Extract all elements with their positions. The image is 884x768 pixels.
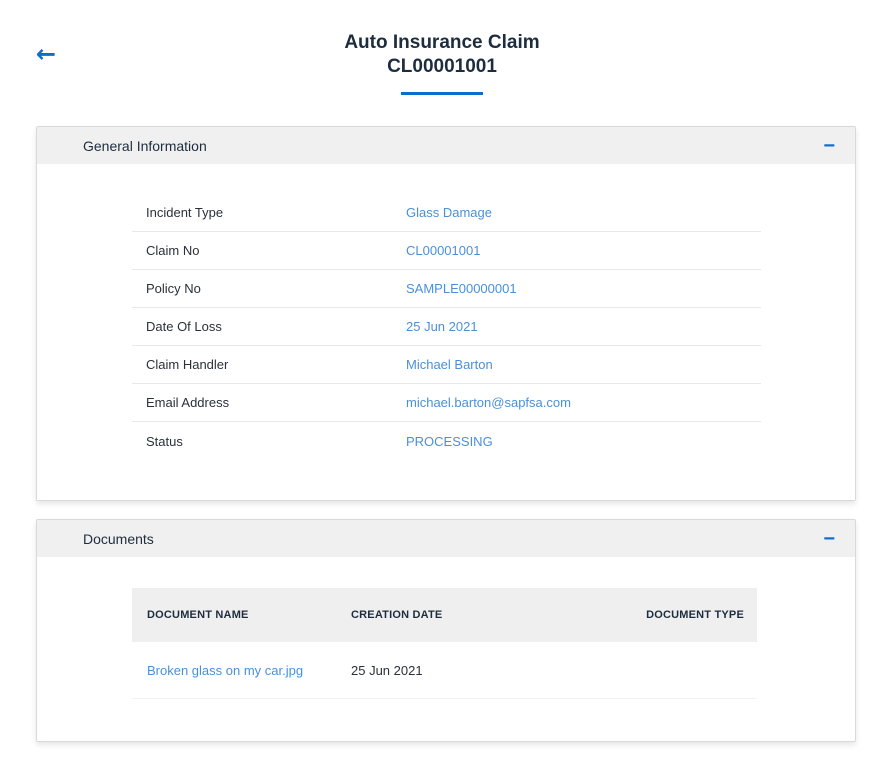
- document-creation-date: 25 Jun 2021: [351, 663, 594, 678]
- title-underline: [401, 92, 483, 95]
- column-header-document-type: DOCUMENT TYPE: [594, 609, 744, 621]
- minus-icon: −: [823, 528, 835, 550]
- field-value-claim-handler: Michael Barton: [406, 357, 747, 372]
- documents-table: DOCUMENT NAME CREATION DATE DOCUMENT TYP…: [37, 557, 855, 741]
- form-row-email-address: Email Address michael.barton@sapfsa.com: [132, 384, 761, 422]
- form-row-claim-handler: Claim Handler Michael Barton: [132, 346, 761, 384]
- table-row: Broken glass on my car.jpg 25 Jun 2021: [132, 642, 757, 699]
- back-arrow-icon: ←: [36, 40, 56, 68]
- documents-collapse-button[interactable]: −: [821, 529, 837, 549]
- field-value-claim-no: CL00001001: [406, 243, 747, 258]
- field-label-email-address: Email Address: [146, 395, 406, 410]
- form-row-status: Status PROCESSING: [132, 422, 761, 460]
- field-value-policy-no: SAMPLE00000001: [406, 281, 747, 296]
- form-row-date-of-loss: Date Of Loss 25 Jun 2021: [132, 308, 761, 346]
- field-label-date-of-loss: Date Of Loss: [146, 319, 406, 334]
- form-row-claim-no: Claim No CL00001001: [132, 232, 761, 270]
- general-information-panel-title: General Information: [83, 138, 207, 154]
- form-row-policy-no: Policy No SAMPLE00000001: [132, 270, 761, 308]
- documents-panel: Documents − DOCUMENT NAME CREATION DATE …: [36, 519, 856, 742]
- document-name-link[interactable]: Broken glass on my car.jpg: [147, 663, 351, 678]
- form-row-incident-type: Incident Type Glass Damage: [132, 194, 761, 232]
- documents-table-header: DOCUMENT NAME CREATION DATE DOCUMENT TYP…: [132, 588, 757, 642]
- field-label-claim-no: Claim No: [146, 243, 406, 258]
- general-information-collapse-button[interactable]: −: [821, 136, 837, 156]
- field-label-policy-no: Policy No: [146, 281, 406, 296]
- column-header-creation-date: CREATION DATE: [351, 609, 594, 621]
- page-title-line2: CL00001001: [0, 55, 884, 79]
- documents-panel-header: Documents −: [37, 520, 855, 557]
- page-title-line1: Auto Insurance Claim: [0, 31, 884, 55]
- column-header-document-name: DOCUMENT NAME: [147, 609, 351, 621]
- minus-icon: −: [823, 135, 835, 157]
- field-label-incident-type: Incident Type: [146, 205, 406, 220]
- general-information-panel-header: General Information −: [37, 127, 855, 164]
- page-title: Auto Insurance Claim CL00001001: [0, 0, 884, 95]
- field-value-email-address: michael.barton@sapfsa.com: [406, 395, 747, 410]
- field-value-status: PROCESSING: [406, 434, 747, 449]
- general-information-form: Incident Type Glass Damage Claim No CL00…: [37, 164, 855, 500]
- field-label-claim-handler: Claim Handler: [146, 357, 406, 372]
- field-value-date-of-loss: 25 Jun 2021: [406, 319, 747, 334]
- documents-panel-title: Documents: [83, 531, 154, 547]
- back-button[interactable]: ←: [32, 40, 60, 68]
- general-information-panel: General Information − Incident Type Glas…: [36, 126, 856, 501]
- field-label-status: Status: [146, 434, 406, 449]
- field-value-incident-type: Glass Damage: [406, 205, 747, 220]
